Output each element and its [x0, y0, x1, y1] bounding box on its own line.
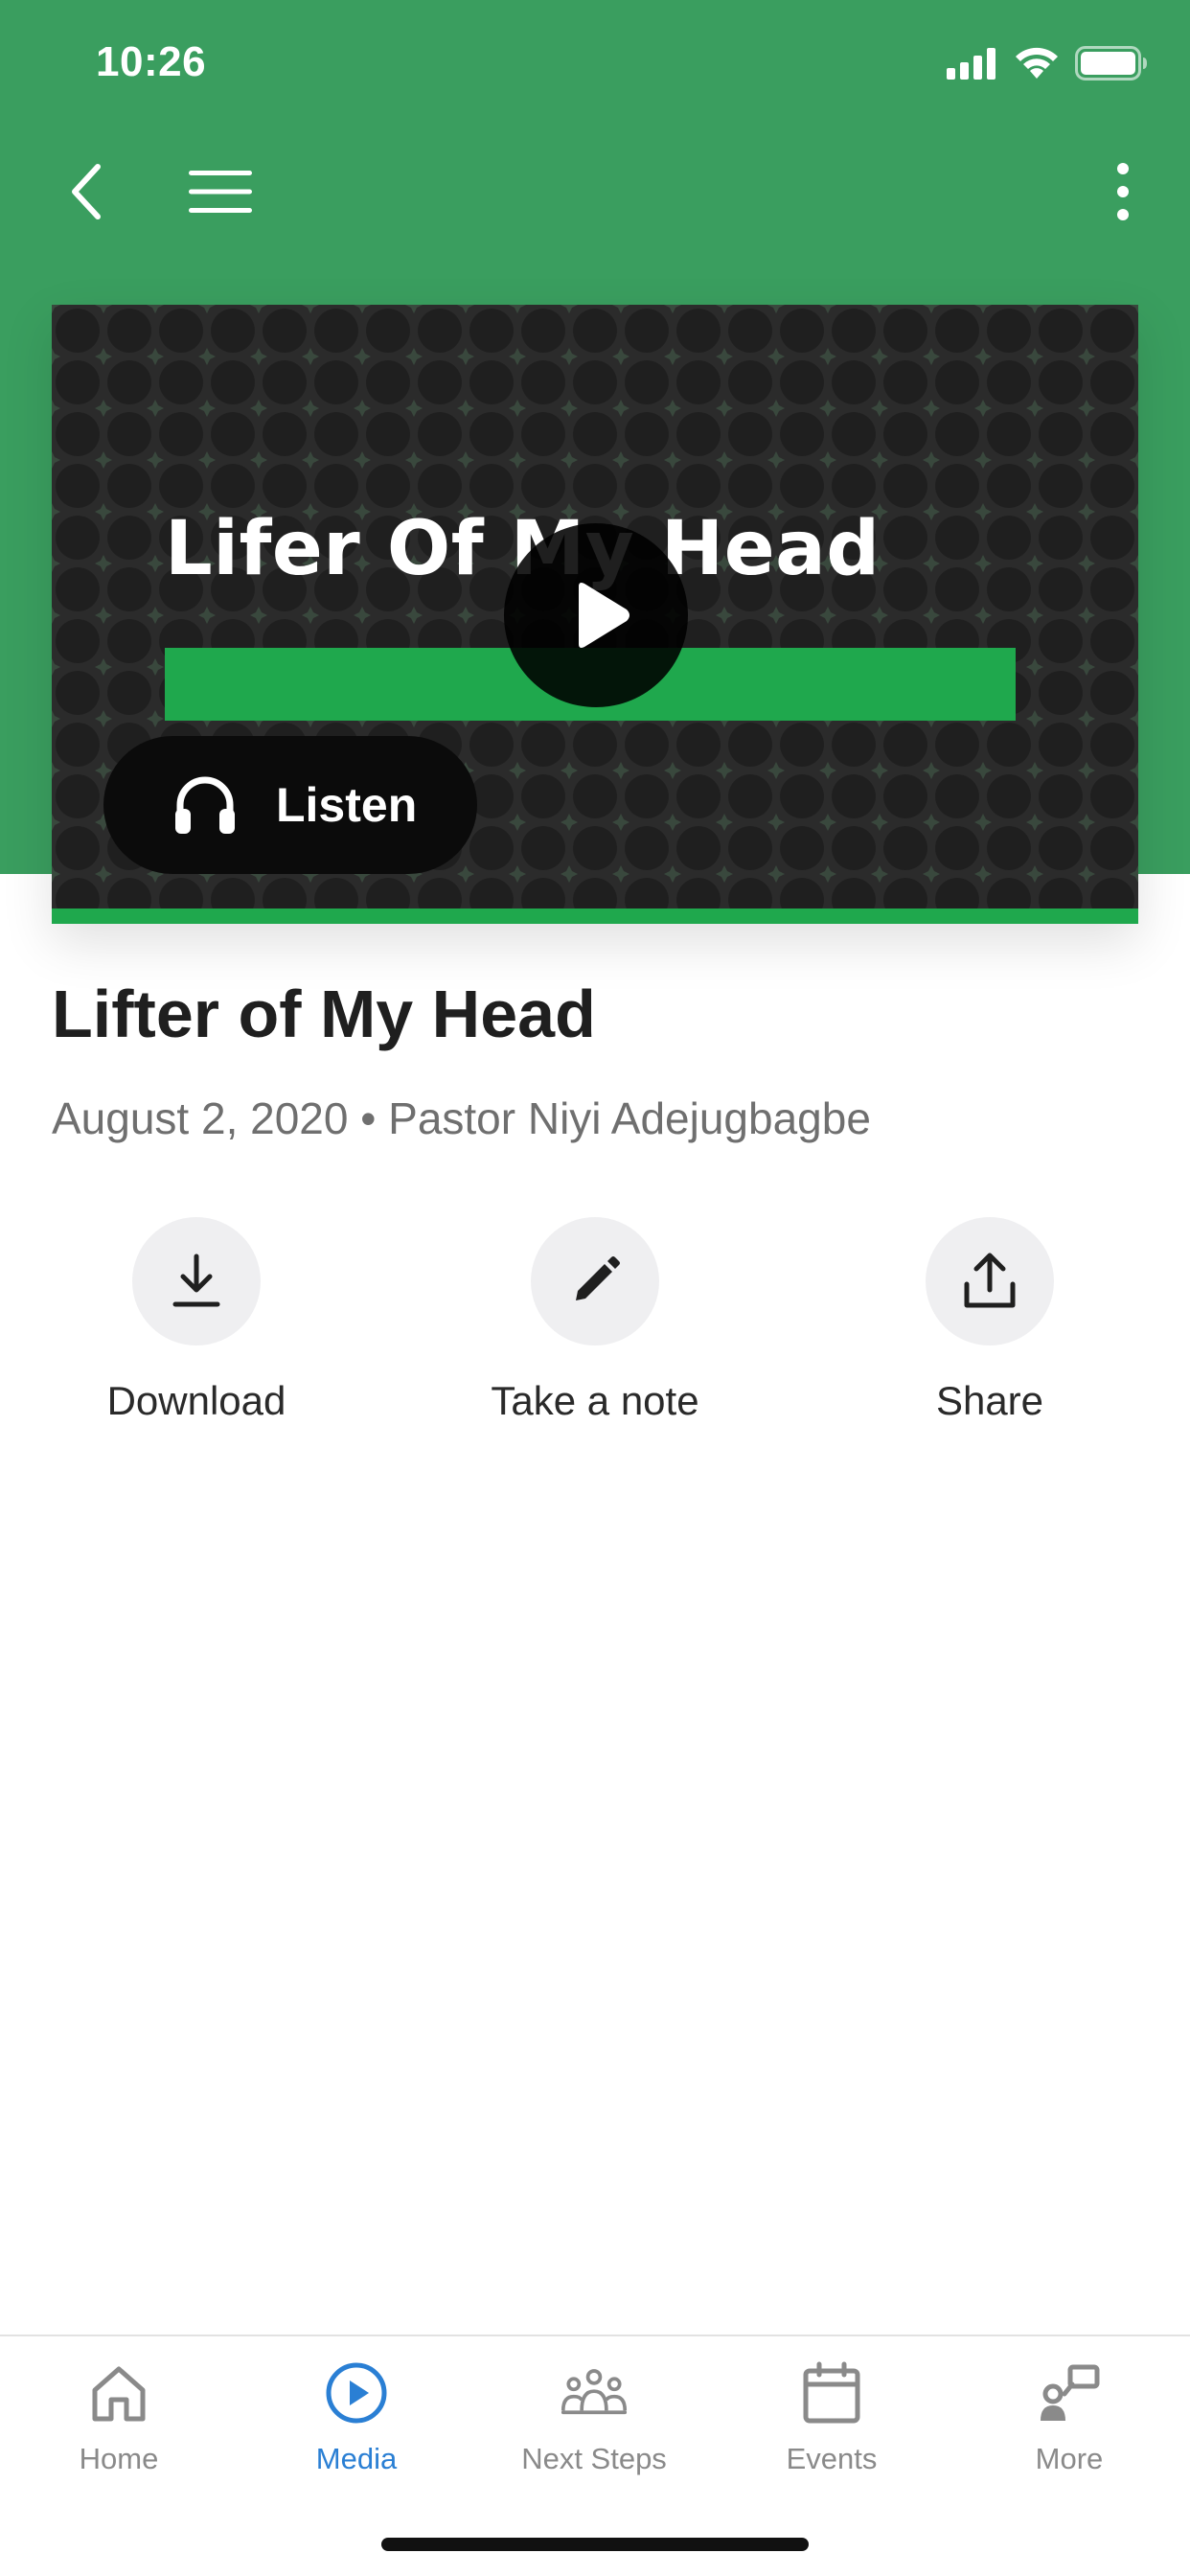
share-circle [926, 1217, 1054, 1346]
more-options-button[interactable] [1085, 144, 1161, 240]
download-circle [132, 1217, 261, 1346]
action-row: Download Take a note Share [0, 1217, 1190, 1447]
download-label: Download [106, 1378, 286, 1423]
tab-events-icon-wrap [798, 2359, 865, 2426]
status-bar: 10:26 [0, 0, 1190, 134]
share-label: Share [935, 1378, 1044, 1423]
tab-events[interactable]: Events [713, 2359, 950, 2476]
tab-more-label: More [1035, 2442, 1104, 2475]
more-vertical-icon [1117, 163, 1129, 220]
back-button[interactable] [48, 144, 125, 240]
artwork-bottom-stripe [52, 908, 1138, 924]
play-icon [579, 583, 629, 648]
tab-events-label: Events [786, 2442, 878, 2475]
listen-button[interactable]: Listen [103, 736, 477, 874]
menu-button[interactable] [172, 144, 268, 240]
download-button[interactable]: Download [14, 1217, 378, 1424]
headphones-icon [175, 776, 235, 834]
tab-home[interactable]: Home [0, 2359, 238, 2476]
pencil-icon [576, 1256, 620, 1300]
sermon-meta: August 2, 2020 • Pastor Niyi Adejugbagbe [52, 1093, 871, 1143]
tab-media-label: Media [315, 2442, 398, 2475]
listen-icon-wrap [172, 771, 240, 839]
signal-icon [947, 48, 995, 80]
share-icon [964, 1253, 1016, 1308]
tab-more[interactable]: More [950, 2359, 1188, 2476]
wifi-icon [1016, 47, 1058, 79]
calendar-icon [803, 2361, 860, 2424]
navigation-bar [0, 144, 1190, 240]
sermon-title: Lifter of My Head [52, 977, 596, 1051]
tab-next-steps-label: Next Steps [521, 2442, 667, 2475]
tab-home-icon-wrap [85, 2359, 152, 2426]
status-time: 10:26 [96, 38, 207, 85]
listen-label: Listen [276, 778, 418, 832]
tab-next-steps-icon-wrap [561, 2359, 628, 2426]
more-person-icon [1041, 2364, 1100, 2421]
take-note-button[interactable]: Take a note [413, 1217, 777, 1424]
tab-next-steps[interactable]: Next Steps [475, 2359, 713, 2476]
battery-icon [1075, 46, 1147, 80]
home-icon [92, 2366, 146, 2422]
hamburger-menu-icon [189, 171, 252, 213]
play-button[interactable] [504, 523, 688, 707]
media-artwork[interactable]: Lifer Of My Head Listen [52, 305, 1138, 924]
play-circle-icon [326, 2362, 387, 2424]
share-button[interactable]: Share [808, 1217, 1172, 1424]
tab-more-icon-wrap [1036, 2359, 1103, 2426]
status-icons [947, 46, 1148, 80]
tab-media[interactable]: Media [238, 2359, 475, 2476]
tab-home-label: Home [79, 2442, 159, 2475]
tab-media-icon-wrap [323, 2359, 390, 2426]
back-icon [72, 164, 101, 219]
take-note-circle [531, 1217, 659, 1346]
download-icon [172, 1254, 220, 1307]
home-indicator[interactable] [381, 2538, 809, 2551]
people-icon [561, 2369, 628, 2415]
take-note-label: Take a note [491, 1378, 699, 1423]
